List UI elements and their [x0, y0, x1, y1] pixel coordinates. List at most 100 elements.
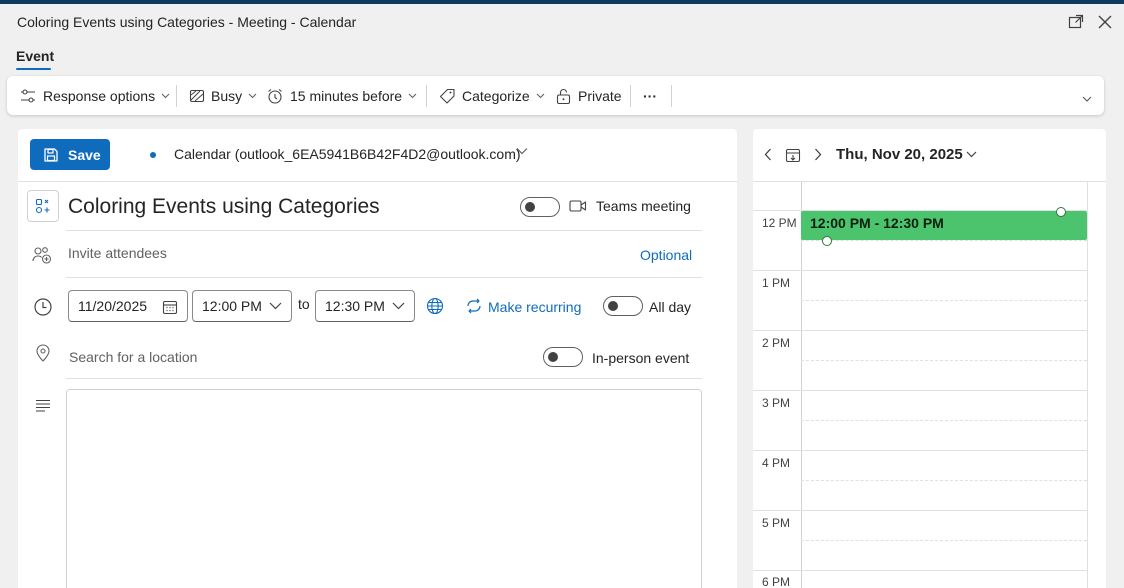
hour-label: 6 PM	[762, 575, 791, 588]
busy-status-button[interactable]: Busy	[189, 76, 257, 115]
optional-attendees-link[interactable]: Optional	[640, 247, 692, 263]
toggle-knob	[608, 301, 618, 311]
tab-event[interactable]: Event	[16, 48, 54, 64]
half-hour-line	[801, 480, 1087, 481]
category-picker-icon[interactable]	[27, 190, 59, 222]
event-block[interactable]: 12:00 PM - 12:30 PM	[801, 211, 1087, 240]
event-body-editor[interactable]	[66, 389, 702, 588]
add-people-icon	[32, 247, 52, 264]
event-form: Save Calendar (outlook_6EA5941B6B42F4D2@…	[18, 129, 737, 588]
reminder-label: 15 minutes before	[290, 87, 403, 104]
status-stripes-icon	[189, 89, 205, 102]
pop-out-icon[interactable]	[1066, 12, 1086, 32]
location-pin-icon	[36, 344, 50, 362]
chevron-down-icon	[408, 93, 417, 98]
busy-label: Busy	[211, 87, 243, 104]
event-resize-handle-bottom[interactable]	[822, 236, 832, 246]
hour-line	[753, 270, 1087, 271]
ribbon-divider	[176, 85, 177, 107]
teams-meeting-toggle[interactable]	[520, 197, 560, 217]
subject-divider	[66, 230, 702, 231]
chevron-left-icon[interactable]	[764, 148, 772, 161]
hour-label: 3 PM	[762, 396, 791, 410]
save-button[interactable]: Save	[30, 139, 110, 170]
day-view-header-divider	[753, 181, 1106, 182]
make-recurring-button[interactable]: Make recurring	[488, 299, 581, 315]
hour-line	[753, 510, 1087, 511]
chevron-down-icon	[161, 93, 170, 98]
clock-icon	[34, 298, 52, 316]
alarm-clock-icon	[268, 88, 282, 104]
time-column-divider	[801, 182, 802, 588]
day-view-date[interactable]: Thu, Nov 20, 2025	[836, 146, 963, 163]
save-label: Save	[68, 146, 101, 163]
hour-label: 1 PM	[762, 276, 791, 290]
calendar-icon	[162, 300, 178, 315]
half-hour-line	[801, 240, 1087, 241]
ribbon-divider	[671, 85, 672, 107]
private-button[interactable]: Private	[555, 76, 622, 115]
go-to-today-icon[interactable]	[785, 147, 801, 163]
location-input[interactable]: Search for a location	[69, 349, 197, 365]
chevron-down-icon	[392, 302, 405, 310]
sliders-icon	[21, 88, 35, 103]
half-hour-line	[801, 540, 1087, 541]
chevron-down-icon	[1082, 96, 1092, 102]
in-person-event-toggle[interactable]	[543, 347, 583, 367]
start-date-picker[interactable]: 11/20/2025	[68, 290, 188, 322]
save-icon	[44, 147, 58, 162]
to-label: to	[298, 296, 310, 312]
start-time-value: 12:00 PM	[202, 298, 262, 314]
all-day-toggle[interactable]	[603, 296, 643, 316]
hour-label: 5 PM	[762, 516, 791, 530]
chevron-down-icon	[248, 93, 257, 98]
calendar-selector[interactable]: Calendar (outlook_6EA5941B6B42F4D2@outlo…	[174, 146, 521, 162]
more-icon: ···	[643, 87, 657, 104]
header-divider	[18, 181, 737, 182]
in-person-event-label: In-person event	[592, 350, 690, 366]
active-tab-indicator	[16, 68, 51, 70]
chevron-right-icon[interactable]	[814, 148, 822, 161]
scrollbar[interactable]	[1087, 182, 1088, 588]
chevron-down-icon	[536, 93, 545, 98]
event-title-input[interactable]: Coloring Events using Categories	[68, 195, 380, 219]
private-label: Private	[578, 87, 622, 104]
categorize-button[interactable]: Categorize	[438, 76, 545, 115]
reminder-button[interactable]: 15 minutes before	[266, 76, 417, 115]
half-hour-line	[801, 300, 1087, 301]
response-options-button[interactable]: Response options	[19, 76, 170, 115]
invite-attendees-input[interactable]: Invite attendees	[68, 245, 167, 261]
ribbon-divider	[426, 85, 427, 107]
text-align-left-icon	[36, 399, 50, 412]
hour-label: 2 PM	[762, 336, 791, 350]
globe-icon[interactable]	[426, 297, 444, 315]
event-time-range: 12:00 PM - 12:30 PM	[810, 215, 944, 231]
end-time-select[interactable]: 12:30 PM	[315, 290, 415, 322]
teams-meeting-label: Teams meeting	[596, 198, 691, 214]
video-camera-icon	[569, 200, 587, 212]
hour-label: 4 PM	[762, 456, 791, 470]
event-resize-handle-top[interactable]	[1056, 207, 1066, 217]
more-options-button[interactable]: ···	[643, 76, 657, 115]
hour-line	[753, 450, 1087, 451]
toggle-knob	[548, 352, 558, 362]
close-icon[interactable]	[1095, 12, 1115, 32]
start-time-select[interactable]: 12:00 PM	[192, 290, 292, 322]
half-hour-line	[801, 360, 1087, 361]
chevron-down-icon[interactable]	[516, 147, 528, 155]
expand-ribbon-button[interactable]	[1082, 80, 1092, 119]
location-divider	[66, 378, 702, 379]
hour-line	[753, 570, 1087, 571]
title-bar: Coloring Events using Categories - Meeti…	[0, 4, 1124, 40]
hour-line	[753, 330, 1087, 331]
chevron-down-icon[interactable]	[966, 151, 977, 158]
hour-label: 12 PM	[762, 216, 797, 230]
attendees-divider	[66, 277, 702, 278]
window-title: Coloring Events using Categories - Meeti…	[17, 14, 357, 30]
chevron-down-icon	[269, 302, 282, 310]
categorize-label: Categorize	[462, 87, 530, 104]
lock-icon	[556, 88, 571, 104]
response-options-label: Response options	[43, 87, 156, 104]
ribbon-toolbar: Response options Busy 15 minutes before …	[7, 76, 1104, 115]
hour-line	[753, 390, 1087, 391]
